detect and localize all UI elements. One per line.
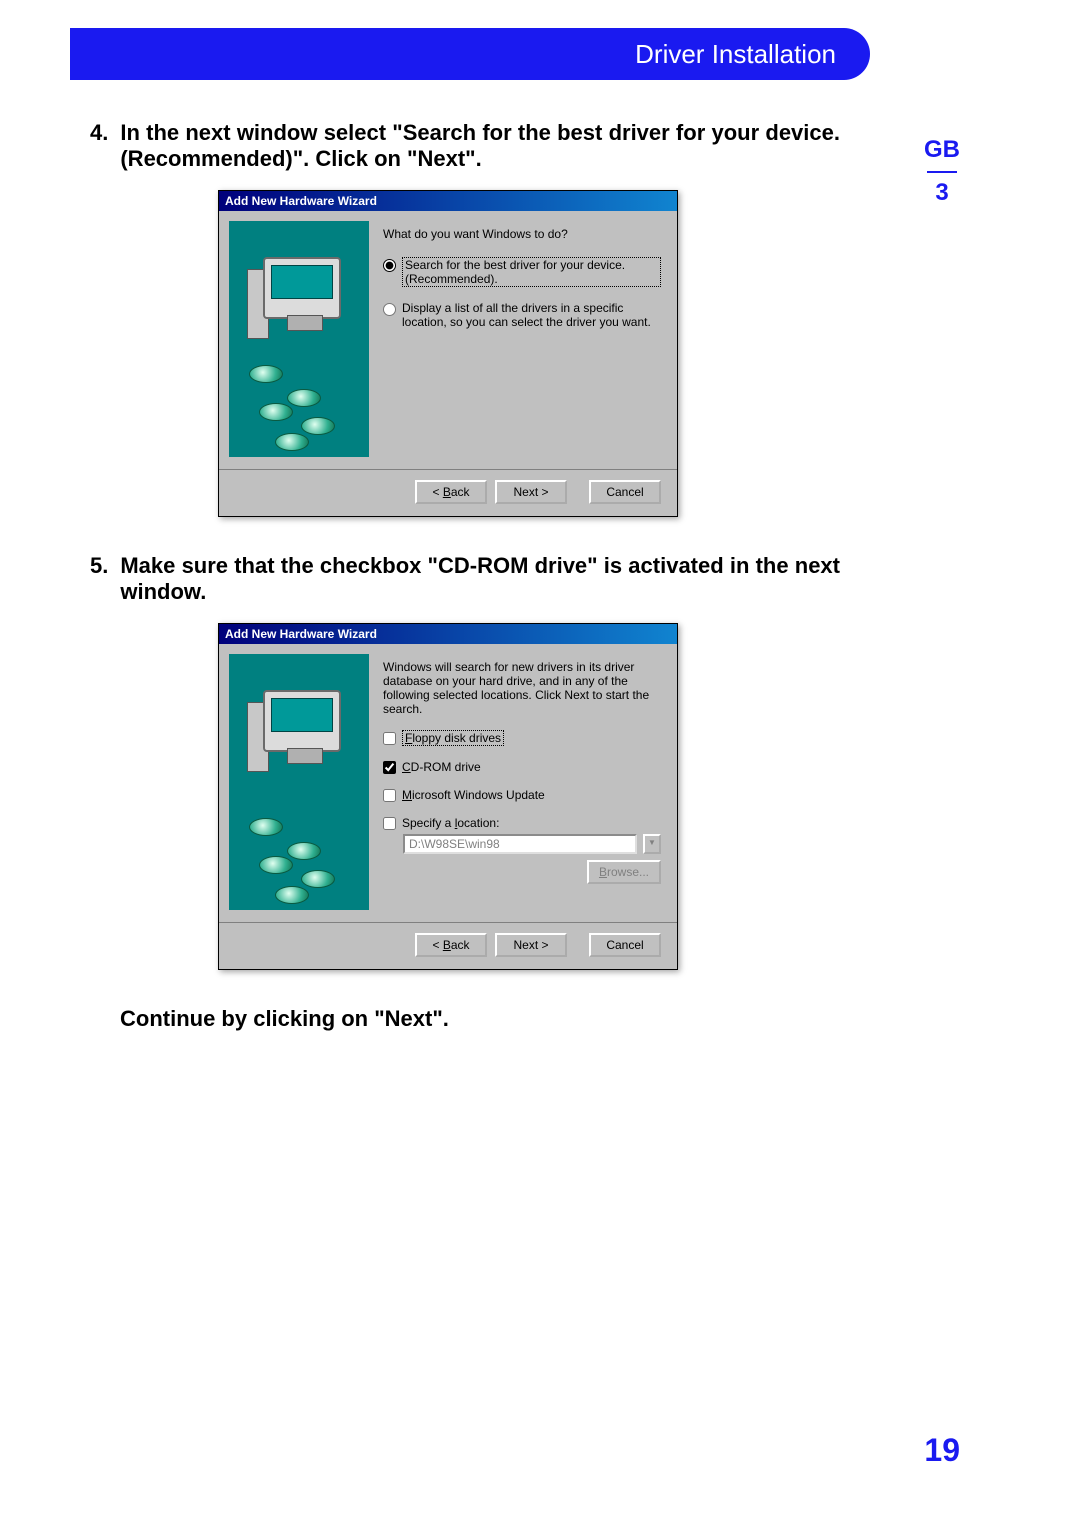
checkbox-cdrom[interactable]: CD-ROM drive: [383, 760, 661, 774]
back-label-underline: B: [443, 485, 451, 499]
side-divider: [927, 171, 957, 173]
checkbox-floppy[interactable]: Floppy disk drives: [383, 730, 661, 746]
cancel-button[interactable]: Cancel: [589, 933, 661, 957]
continue-text: Continue by clicking on "Next".: [120, 1006, 840, 1032]
disc-icon: [259, 856, 293, 874]
disc-icon: [301, 870, 335, 888]
wizard2-body: Windows will search for new drivers in i…: [219, 644, 677, 922]
step-5: 5. Make sure that the checkbox "CD-ROM d…: [90, 553, 840, 605]
disc-icon: [301, 417, 335, 435]
wizard2-titlebar: Add New Hardware Wizard: [219, 624, 677, 644]
checkbox-cdrom-label: CD-ROM drive: [402, 760, 481, 774]
checkbox-specify-location[interactable]: Specify a location:: [383, 816, 661, 830]
location-path-input[interactable]: [403, 834, 637, 854]
main-content: 4. In the next window select "Search for…: [90, 120, 840, 1032]
radio-display-list[interactable]: [383, 303, 396, 316]
back-button[interactable]: < Back: [415, 933, 487, 957]
browse-button[interactable]: Browse...: [587, 860, 661, 884]
browse-row: Browse...: [403, 860, 661, 884]
wizard1-body: What do you want Windows to do? Search f…: [219, 211, 677, 469]
checkbox-windows-update[interactable]: Microsoft Windows Update: [383, 788, 661, 802]
disc-icon: [275, 433, 309, 451]
wizard1-content: What do you want Windows to do? Search f…: [383, 221, 661, 343]
step-4-text: In the next window select "Search for th…: [120, 120, 840, 172]
side-section-number: 3: [924, 179, 960, 208]
page-number: 19: [924, 1432, 960, 1469]
step-5-text: Make sure that the checkbox "CD-ROM driv…: [120, 553, 840, 605]
checkbox-specify-location-label: Specify a location:: [402, 816, 499, 830]
location-dropdown-button[interactable]: ▼: [643, 834, 661, 854]
wizard2-footer: < Back Next > Cancel: [219, 922, 677, 969]
next-button[interactable]: Next >: [495, 480, 567, 504]
cancel-button[interactable]: Cancel: [589, 480, 661, 504]
wizard1-graphic: [229, 221, 369, 457]
page-header: Driver Installation: [70, 28, 870, 80]
wizard1-footer: < Back Next > Cancel: [219, 469, 677, 516]
side-section-label: GB 3: [924, 136, 960, 208]
back-button[interactable]: < Back: [415, 480, 487, 504]
disc-icon: [259, 403, 293, 421]
checkbox-cdrom-input[interactable]: [383, 761, 396, 774]
wizard2-content: Windows will search for new drivers in i…: [383, 654, 661, 890]
checkbox-floppy-label: Floppy disk drives: [402, 730, 504, 746]
page-header-title: Driver Installation: [635, 39, 836, 70]
step-5-number: 5.: [90, 553, 108, 605]
next-button[interactable]: Next >: [495, 933, 567, 957]
checkbox-windows-update-input[interactable]: [383, 789, 396, 802]
wizard1-titlebar: Add New Hardware Wizard: [219, 191, 677, 211]
step-4-number: 4.: [90, 120, 108, 172]
disc-icon: [275, 886, 309, 904]
location-path-row: ▼: [403, 834, 661, 854]
wizard1-question: What do you want Windows to do?: [383, 227, 661, 241]
computer-monitor-icon: [263, 257, 341, 319]
disc-icon: [287, 389, 321, 407]
wizard1-option1[interactable]: Search for the best driver for your devi…: [383, 257, 661, 287]
wizard2-graphic: [229, 654, 369, 910]
checkbox-specify-location-input[interactable]: [383, 817, 396, 830]
wizard-dialog-2: Add New Hardware Wizard Windows will sea…: [218, 623, 678, 970]
wizard1-option2[interactable]: Display a list of all the drivers in a s…: [383, 301, 661, 329]
checkbox-floppy-input[interactable]: [383, 732, 396, 745]
disc-icon: [249, 818, 283, 836]
wizard2-intro: Windows will search for new drivers in i…: [383, 660, 661, 716]
wizard1-option1-label: Search for the best driver for your devi…: [402, 257, 661, 287]
computer-monitor-icon: [263, 690, 341, 752]
side-lang: GB: [924, 136, 960, 165]
wizard-dialog-1: Add New Hardware Wizard What do you want…: [218, 190, 678, 517]
radio-search-best-driver[interactable]: [383, 259, 396, 272]
disc-icon: [249, 365, 283, 383]
disc-icon: [287, 842, 321, 860]
wizard1-option2-label: Display a list of all the drivers in a s…: [402, 301, 661, 329]
checkbox-windows-update-label: Microsoft Windows Update: [402, 788, 545, 802]
step-4: 4. In the next window select "Search for…: [90, 120, 840, 172]
